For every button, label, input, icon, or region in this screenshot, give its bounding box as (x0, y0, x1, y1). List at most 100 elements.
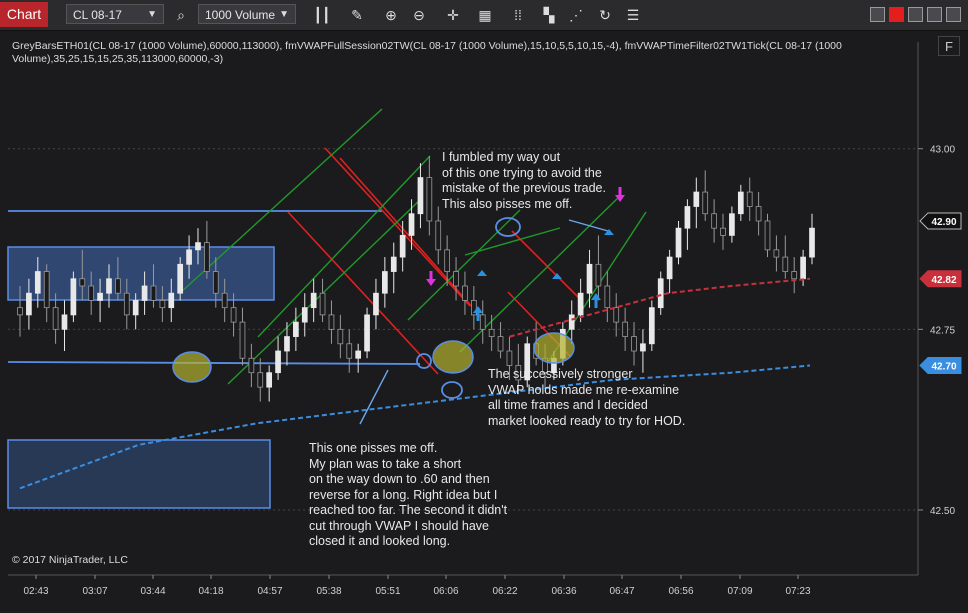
x-tick-label: 07:23 (785, 586, 810, 597)
bar-type-value: 1000 Volume (205, 8, 276, 22)
buy-arrow (476, 313, 480, 321)
bar-body (123, 292, 130, 316)
highlight-circle (533, 332, 575, 364)
x-tick-label: 06:56 (668, 586, 693, 597)
bar-body (159, 300, 166, 309)
bar-body (70, 278, 77, 316)
reload-icon[interactable]: ↻ (596, 6, 614, 24)
bar-body (622, 321, 628, 337)
bar-body (399, 235, 406, 258)
templates-icon[interactable]: ☰ (624, 6, 642, 24)
bar-body (675, 227, 682, 258)
bar-body (737, 191, 744, 215)
bar-body (355, 350, 362, 359)
instrument-selector[interactable]: CL 08-17 ▼ (66, 4, 164, 24)
price-label-text: 42.90 (931, 217, 956, 228)
data-box-icon[interactable]: ▦ (476, 6, 494, 24)
bar-body (301, 307, 308, 323)
bar-body (239, 321, 246, 359)
minimize-button[interactable] (908, 7, 923, 22)
bar-body (195, 242, 201, 251)
bar-body (221, 292, 228, 309)
bar-body (248, 357, 255, 374)
bar-body (809, 227, 815, 258)
strategies-icon[interactable]: ▚ (540, 6, 558, 24)
copyright: © 2017 NinjaTrader, LLC (12, 554, 128, 566)
bar-body (408, 213, 415, 236)
bar-body (17, 307, 23, 316)
link-color-button[interactable] (889, 7, 904, 22)
bar-body (586, 263, 593, 294)
close-button[interactable] (946, 7, 961, 22)
bar-body (204, 242, 210, 272)
zoom-out-icon[interactable]: ⊖ (410, 6, 428, 24)
side-toggle-button[interactable]: F (938, 36, 960, 56)
bar-body (417, 177, 424, 215)
bar-body (693, 191, 700, 207)
bar-type-selector[interactable]: 1000 Volume ▼ (198, 4, 296, 24)
bar-body (488, 328, 495, 337)
bar-body (435, 220, 442, 251)
bar-body (346, 343, 353, 359)
bar-body (657, 278, 664, 309)
bar-body (61, 314, 68, 330)
bar-body (168, 292, 175, 309)
indicators-icon[interactable]: ⁞⁞ (509, 6, 527, 24)
maximize-button[interactable] (927, 7, 942, 22)
bar-body (755, 206, 762, 222)
bar-body (364, 314, 370, 352)
bar-body (186, 249, 192, 265)
bar-body (444, 249, 450, 272)
bar-body (497, 336, 504, 352)
bar-body (648, 307, 655, 345)
indicator-label: GreyBarsETH01(CL 08-17 (1000 Volume),600… (12, 40, 842, 65)
bar-body (319, 292, 326, 316)
x-tick-label: 03:44 (140, 586, 165, 597)
bar-body (711, 213, 717, 229)
search-icon[interactable]: ⌕ (172, 6, 190, 24)
bar-style-icon[interactable]: ┃┃ (313, 6, 331, 24)
bar-body (284, 336, 290, 352)
properties-icon[interactable]: ⋰ (567, 6, 585, 24)
bar-body (293, 321, 299, 337)
bar-body (115, 278, 121, 294)
support-zone (7, 439, 271, 509)
crosshair-icon[interactable]: ✛ (444, 6, 462, 24)
bar-body (729, 213, 735, 236)
x-tick-label: 02:43 (23, 586, 48, 597)
bar-body (791, 271, 798, 280)
toolbar: Chart CL 08-17 ▼ ⌕ 1000 Volume ▼ ┃┃ ✎ ⊕ … (0, 0, 968, 31)
annotation-pisses-off: This one pisses me off. My plan was to t… (309, 441, 508, 548)
buy-arrow (594, 300, 598, 308)
price-label-text: 42.70 (931, 361, 956, 372)
bar-body (177, 263, 184, 294)
bar-body (426, 177, 433, 222)
bar-body (746, 191, 753, 207)
bar-body (773, 249, 780, 258)
chart-tab[interactable]: Chart (0, 2, 48, 27)
bar-body (800, 256, 806, 280)
bar-body (230, 307, 237, 323)
bar-body (266, 372, 273, 388)
bar-body (390, 256, 397, 272)
bar-body (604, 285, 611, 309)
bar-body (34, 271, 41, 294)
bar-body (26, 292, 32, 316)
bar-body (52, 307, 59, 330)
y-tick-label: 42.50 (930, 506, 955, 517)
bar-body (462, 285, 468, 301)
x-tick-label: 04:18 (198, 586, 223, 597)
bar-body (631, 336, 637, 352)
x-tick-label: 05:51 (375, 586, 400, 597)
bar-body (506, 350, 513, 366)
bar-body (275, 350, 281, 374)
sell-arrow (618, 187, 622, 196)
zoom-in-icon[interactable]: ⊕ (382, 6, 400, 24)
bar-body (702, 191, 709, 215)
bar-body (684, 206, 691, 229)
bar-body (613, 307, 620, 323)
bar-body (257, 372, 264, 388)
drawing-tool-icon[interactable]: ✎ (348, 6, 366, 24)
annotation-fumbled: I fumbled my way out of this one trying … (442, 150, 606, 211)
window-shade-button[interactable] (870, 7, 885, 22)
